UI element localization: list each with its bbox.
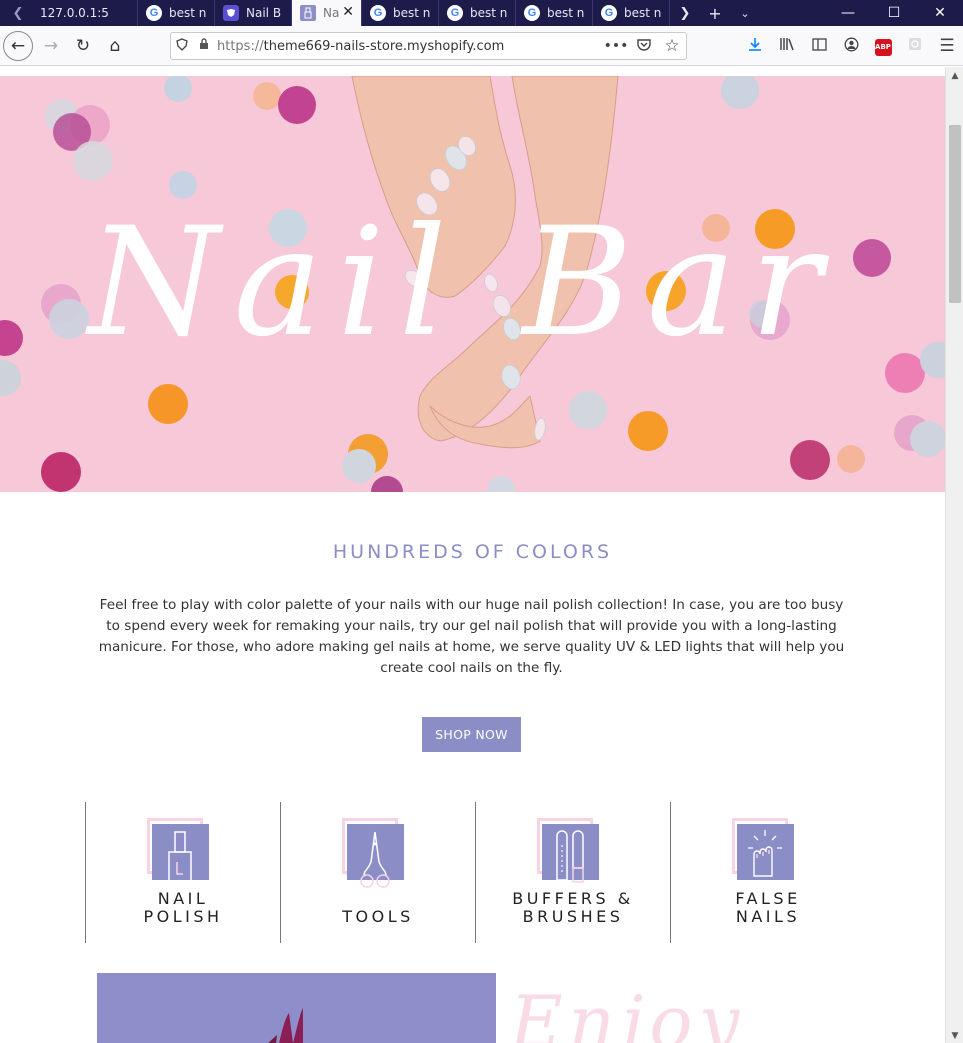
nail-polish-icon <box>147 818 209 883</box>
adblock-plus-icon[interactable]: ABP <box>867 37 899 56</box>
google-icon: G <box>524 5 540 21</box>
extension-icon[interactable] <box>899 36 931 56</box>
home-icon[interactable]: ⌂ <box>99 30 131 62</box>
minimize-icon[interactable]: — <box>825 5 871 21</box>
sidebar-icon[interactable] <box>803 37 835 55</box>
tab-8[interactable]: G best n <box>593 0 670 26</box>
tab-7-title: best n <box>547 6 585 20</box>
tab-controls: ❯ + ⌄ <box>670 0 760 26</box>
lock-icon[interactable] <box>193 38 215 54</box>
page-scrollbar[interactable]: ▲ ▼ <box>945 67 963 1043</box>
forward-arrow-icon[interactable]: → <box>35 30 67 62</box>
maximize-icon[interactable]: ☐ <box>871 5 917 21</box>
list-tabs-chevron-icon[interactable]: ⌄ <box>730 7 760 20</box>
tab-1[interactable]: 127.0.0.1:5 <box>36 0 138 26</box>
hero-banner: Nail Bar <box>0 76 945 492</box>
scrollbar-thumb[interactable] <box>949 125 961 303</box>
tab-scroll-right-button[interactable]: ❯ <box>670 6 700 21</box>
tab-3[interactable]: Nail B <box>215 0 292 26</box>
shield-icon <box>223 5 239 21</box>
url-prefix: https:// <box>217 38 264 54</box>
hamburger-menu-icon[interactable]: ☰ <box>931 36 963 56</box>
google-icon: G <box>447 5 463 21</box>
reload-icon[interactable]: ↻ <box>67 30 99 62</box>
tab-strip: ❮ 127.0.0.1:5 G best n Nail B Na ✕ G bes… <box>0 0 963 26</box>
library-icon[interactable] <box>771 37 803 55</box>
tracking-protection-shield-icon[interactable] <box>171 37 193 55</box>
category-false-nails[interactable]: FALSE NAILS <box>670 802 865 943</box>
false-nails-icon <box>732 818 794 880</box>
back-arrow-icon[interactable]: ← <box>3 30 33 61</box>
promo-script-text: Enjoy <box>510 980 745 1043</box>
section-title: HUNDREDS OF COLORS <box>332 541 613 563</box>
close-tab-icon[interactable]: ✕ <box>342 4 354 20</box>
tab-6[interactable]: G best n <box>439 0 516 26</box>
bookmark-star-icon[interactable]: ☆ <box>658 36 686 56</box>
scissors-icon <box>342 818 404 888</box>
close-window-icon[interactable]: ✕ <box>917 5 963 21</box>
pocket-icon[interactable] <box>630 38 658 55</box>
page-actions-menu-icon[interactable]: ••• <box>602 38 630 54</box>
tab-4-title: Na <box>323 6 340 20</box>
google-icon: G <box>370 5 386 21</box>
url-text: https://theme669-nails-store.myshopify.c… <box>217 39 504 54</box>
category-label-false-nails: FALSE NAILS <box>735 889 801 926</box>
tab-2[interactable]: G best n <box>138 0 215 26</box>
category-label-nail-polish: NAIL POLISH <box>143 889 223 926</box>
address-bar[interactable]: https://theme669-nails-store.myshopify.c… <box>170 32 687 60</box>
url-actions: ••• ☆ <box>602 36 686 56</box>
tab-8-title: best n <box>624 6 662 20</box>
tab-5[interactable]: G best n <box>362 0 439 26</box>
tab-7[interactable]: G best n <box>516 0 593 26</box>
hero-image: Nail Bar <box>0 76 945 492</box>
toolbar-right: ABP ☰ <box>739 26 963 66</box>
tab-5-title: best n <box>393 6 431 20</box>
page-content: Nail Bar HUNDREDS OF COLORS Feel free to… <box>0 67 945 1043</box>
tab-3-title: Nail B <box>246 6 282 20</box>
new-tab-icon[interactable]: + <box>700 4 730 23</box>
hero-script-title: Nail Bar <box>85 196 836 370</box>
download-icon[interactable] <box>739 37 771 56</box>
scroll-down-arrow-icon[interactable]: ▼ <box>946 1031 963 1041</box>
promo-script-heading: Enjoy <box>510 973 750 1043</box>
nail-icon <box>300 5 316 21</box>
tab-2-title: best n <box>169 6 207 20</box>
tab-4-active[interactable]: Na ✕ <box>292 0 362 26</box>
category-tools[interactable]: TOOLS <box>280 802 475 943</box>
navigation-toolbar: ← → ↻ ⌂ https://theme669-nails-store.mys… <box>0 26 963 66</box>
tab-1-title: 127.0.0.1:5 <box>40 6 109 20</box>
category-list: NAIL POLISH TOOLS BUFFERS & BRUSHES FALS… <box>85 802 865 943</box>
tab-6-title: best n <box>470 6 508 20</box>
window-controls: — ☐ ✕ <box>825 0 963 26</box>
buffers-icon <box>537 818 599 883</box>
shop-now-button[interactable]: SHOP NOW <box>422 717 521 752</box>
url-host: theme669-nails-store.myshopify.com <box>263 38 505 54</box>
account-icon[interactable] <box>835 37 867 56</box>
category-buffers-brushes[interactable]: BUFFERS & BRUSHES <box>475 802 670 943</box>
promo-image <box>97 973 496 1043</box>
tab-scroll-left-button[interactable]: ❮ <box>0 0 36 26</box>
google-icon: G <box>146 5 162 21</box>
category-nail-polish[interactable]: NAIL POLISH <box>85 802 280 943</box>
category-label-buffers-brushes: BUFFERS & BRUSHES <box>512 889 634 926</box>
scroll-up-arrow-icon[interactable]: ▲ <box>946 71 963 81</box>
intro-paragraph: Feel free to play with color palette of … <box>98 597 845 676</box>
google-icon: G <box>601 5 617 21</box>
category-label-tools: TOOLS <box>342 907 414 926</box>
